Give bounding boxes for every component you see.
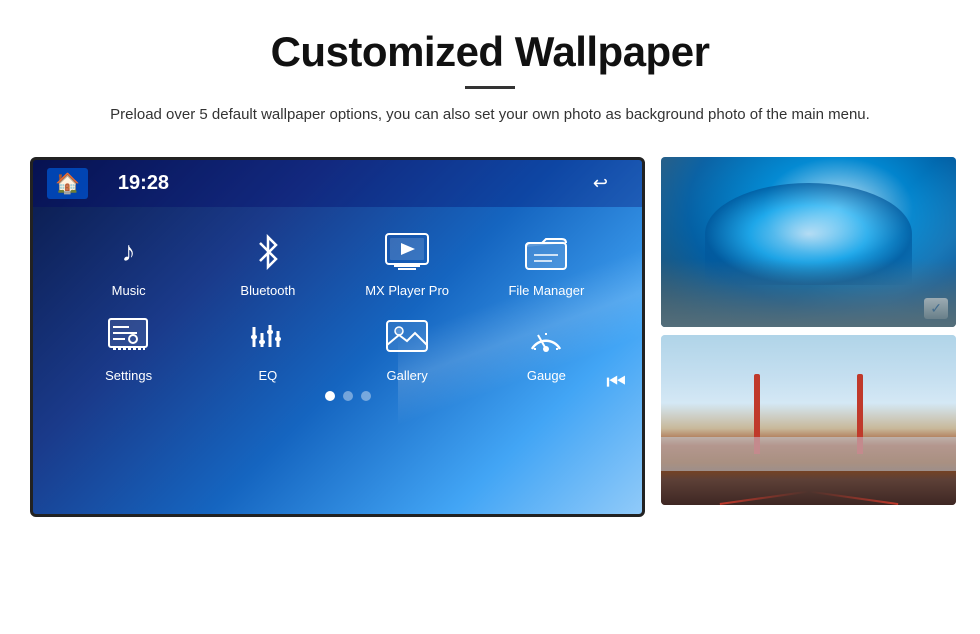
car-screen: 🏠 19:28 ↩ ♪ Music Bluetooth: [30, 157, 645, 517]
time-display: 19:28: [118, 172, 169, 195]
app-eq-label: EQ: [258, 368, 277, 383]
back-icon[interactable]: ↩: [593, 173, 608, 194]
app-grid-row2: Settings EQ: [33, 308, 642, 383]
app-file-manager[interactable]: File Manager: [481, 227, 612, 298]
eq-icon: [241, 312, 295, 362]
thumbnail-ice-cave[interactable]: ✓: [661, 157, 956, 327]
app-music[interactable]: ♪ Music: [63, 227, 194, 298]
bluetooth-icon: [241, 227, 295, 277]
screen-bottombar: ⏮: [33, 383, 642, 405]
check-badge: ✓: [924, 298, 948, 319]
app-bluetooth[interactable]: Bluetooth: [202, 227, 333, 298]
file-manager-icon: [519, 227, 573, 277]
home-icon[interactable]: 🏠: [47, 168, 88, 199]
bridge-cable-right: [809, 491, 897, 505]
music-icon: ♪: [102, 227, 156, 277]
mx-player-icon: [380, 227, 434, 277]
page-description: Preload over 5 default wallpaper options…: [90, 103, 890, 127]
ice-cave-detail: [705, 183, 912, 285]
app-file-manager-label: File Manager: [508, 283, 584, 298]
app-bluetooth-label: Bluetooth: [240, 283, 295, 298]
page-dots: [305, 391, 371, 401]
dot-2[interactable]: [343, 391, 353, 401]
thumbnail-column: ✓: [661, 157, 956, 505]
app-music-label: Music: [112, 283, 146, 298]
skip-button[interactable]: ⏮: [606, 369, 626, 395]
page-header: Customized Wallpaper Preload over 5 defa…: [0, 0, 980, 145]
page-title: Customized Wallpaper: [60, 28, 920, 76]
content-area: 🏠 19:28 ↩ ♪ Music Bluetooth: [0, 145, 980, 517]
title-divider: [465, 86, 515, 89]
screen-topbar: 🏠 19:28 ↩: [33, 160, 642, 207]
gauge-icon: [519, 312, 573, 362]
app-gauge-label: Gauge: [527, 368, 566, 383]
bridge-cable-left: [720, 491, 808, 505]
app-settings-label: Settings: [105, 368, 152, 383]
app-settings[interactable]: Settings: [63, 312, 194, 383]
app-gallery[interactable]: Gallery: [342, 312, 473, 383]
dot-1[interactable]: [325, 391, 335, 401]
app-gauge[interactable]: Gauge: [481, 312, 612, 383]
app-grid-row1: ♪ Music Bluetooth: [33, 207, 642, 308]
thumbnail-golden-gate[interactable]: [661, 335, 956, 505]
settings-icon: [102, 312, 156, 362]
app-gallery-label: Gallery: [387, 368, 428, 383]
fog-overlay: [661, 437, 956, 471]
app-mx-player-label: MX Player Pro: [365, 283, 449, 298]
dot-3[interactable]: [361, 391, 371, 401]
app-mx-player[interactable]: MX Player Pro: [342, 227, 473, 298]
gallery-icon: [380, 312, 434, 362]
app-eq[interactable]: EQ: [202, 312, 333, 383]
